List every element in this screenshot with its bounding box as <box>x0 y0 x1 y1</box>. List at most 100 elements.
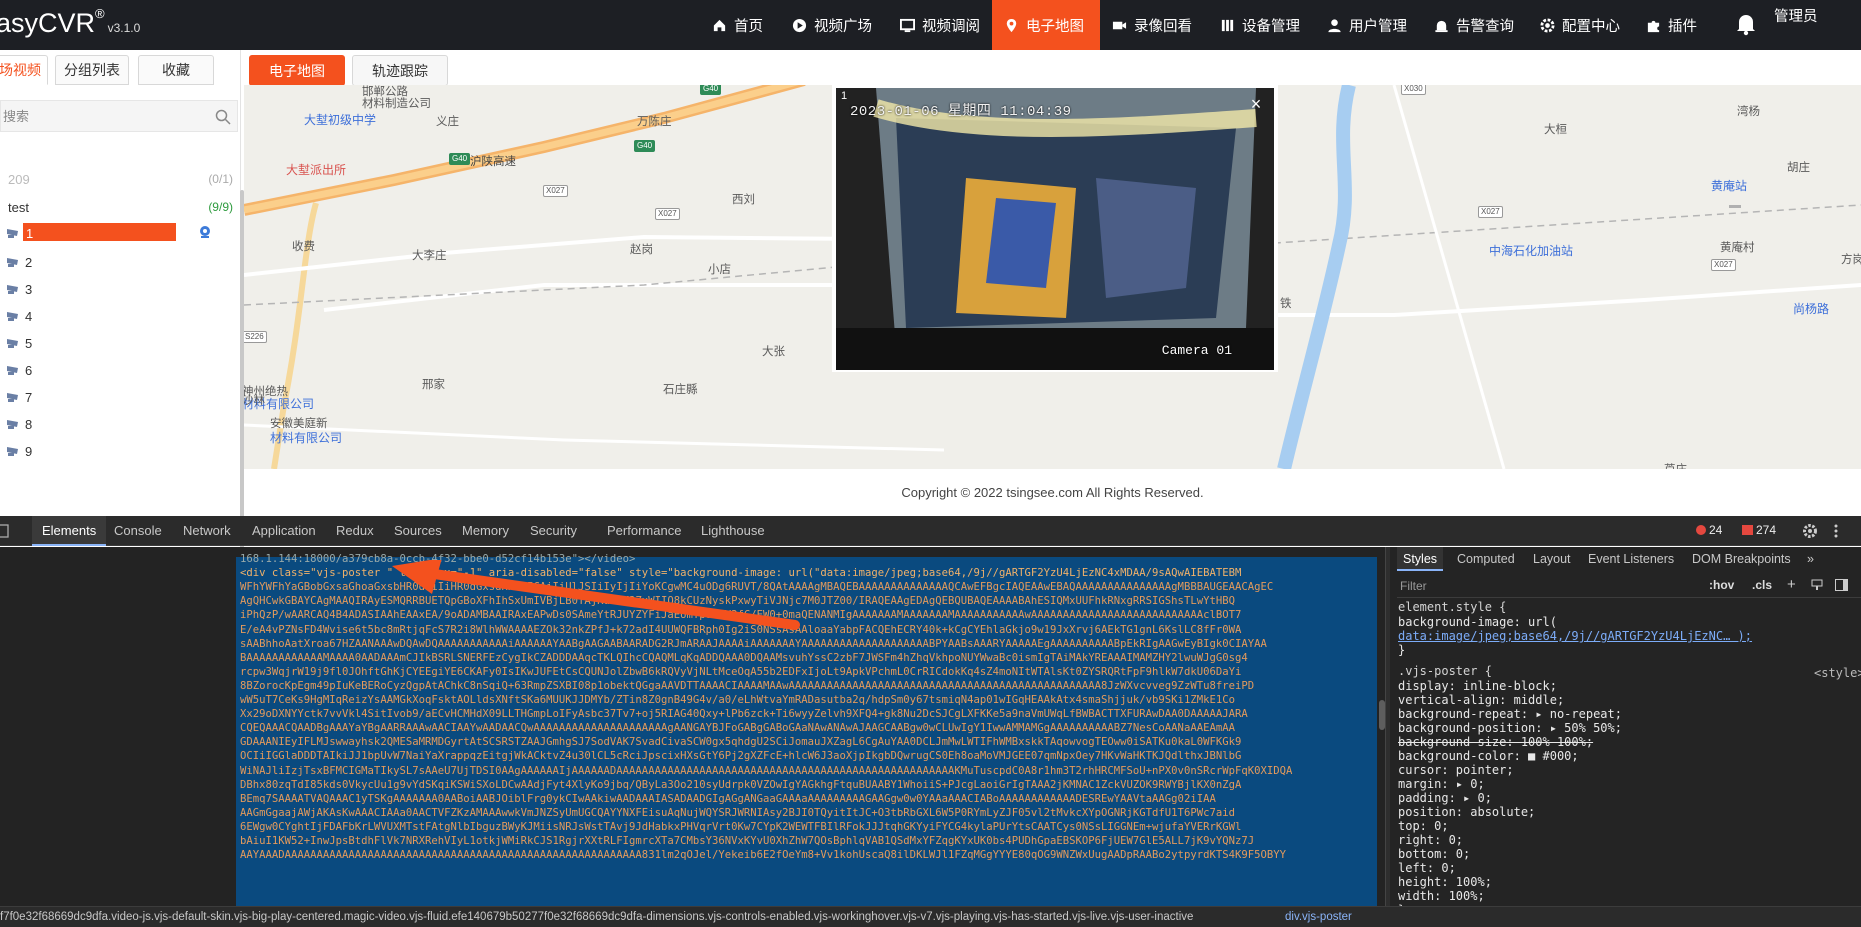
tab-security[interactable]: Security <box>530 516 577 546</box>
css-line[interactable]: padding: ▸ 0; <box>1398 791 1492 805</box>
tree-item[interactable]: 209 (0/1) <box>0 170 236 190</box>
nav-plugins[interactable]: 插件 <box>1634 0 1709 50</box>
css-line[interactable]: cursor: pointer; <box>1398 763 1514 777</box>
hover-state-toggle[interactable]: :hov <box>1709 578 1734 592</box>
tab-lighthouse[interactable]: Lighthouse <box>701 516 765 546</box>
tab-console[interactable]: Console <box>114 516 162 546</box>
nav-user-manage[interactable]: 用户管理 <box>1315 0 1419 50</box>
more-options-icon[interactable] <box>1832 523 1840 539</box>
css-line[interactable]: data:image/jpeg;base64,/9j//gARTGF2YzU4L… <box>1398 629 1752 643</box>
tree-item[interactable]: 4 <box>0 307 236 327</box>
tab-performance[interactable]: Performance <box>607 516 681 546</box>
tab-redux[interactable]: Redux <box>336 516 374 546</box>
tree-item[interactable]: 2 <box>0 253 236 273</box>
breadcrumb-path[interactable]: f7f0e32f68669dc9dfa.video-js.vjs-default… <box>0 907 1193 927</box>
tab-layout[interactable]: Layout <box>1533 547 1571 571</box>
tab-favorites[interactable]: 收藏 <box>138 55 214 85</box>
css-line[interactable]: height: 100%; <box>1398 875 1492 889</box>
toggle-sidebar-icon[interactable] <box>1835 579 1848 591</box>
nav-playback[interactable]: 录像回看 <box>1100 0 1204 50</box>
code-line[interactable]: CQEQAAACQAADBgAAAYaYBgAARRAAAwAACIAAYwAA… <box>240 721 1380 735</box>
css-line[interactable]: background-image: url( <box>1398 615 1557 629</box>
tree-item[interactable]: 3 <box>0 280 236 300</box>
tab-group-list[interactable]: 分组列表 <box>55 55 129 85</box>
tab-network[interactable]: Network <box>183 516 231 546</box>
nav-config-center[interactable]: 配置中心 <box>1528 0 1632 50</box>
nav-video-square[interactable]: 视频广场 <box>780 0 884 50</box>
code-line[interactable]: GDAAANIEyIFLMJswwayhsk2QMESaMRMDGyrtAtSC… <box>240 735 1380 749</box>
tab-more[interactable]: » <box>1807 547 1814 571</box>
css-line[interactable]: position: absolute; <box>1398 805 1535 819</box>
css-line[interactable]: background-size: 100% 100%; <box>1398 735 1593 749</box>
code-line[interactable]: 8BZorocKpEgm49pIuKeBERoCyzQgpAtAChkC8nSq… <box>240 679 1380 693</box>
class-toggle[interactable]: .cls <box>1752 578 1772 592</box>
add-rule-icon[interactable]: + <box>1787 576 1796 593</box>
code-line[interactable]: AAYAAADAAAAAAAAAAAAAAAAAAAAAAAAAAAAAAAAA… <box>240 848 1380 862</box>
css-line[interactable]: background-position: ▸ 50% 50%; <box>1398 721 1622 735</box>
code-line[interactable]: BAAAAAAAAAAAAMAAAA0AADAAAmCJIkBSRLSNERFE… <box>240 651 1380 665</box>
code-line[interactable]: wW5uT7CeKs9HgMIqReizYsAAMGkXoqFsktAOLlds… <box>240 693 1380 707</box>
nav-alarm-query[interactable]: 告警查询 <box>1422 0 1526 50</box>
bell-icon[interactable] <box>1735 8 1757 40</box>
code-line[interactable]: bAiuI1KW52+InwJpsBtdhFlVk7NRXRehVIyL1otk… <box>240 834 1380 848</box>
tab-scene-video[interactable]: 场视频 <box>0 55 48 85</box>
code-line[interactable]: Xx29oDXNYYctk7vvVkl4SitIvob9/aECvHCMHdX0… <box>240 707 1380 721</box>
css-line[interactable]: display: inline-block; <box>1398 679 1557 693</box>
tree-item[interactable]: test (9/9) <box>0 198 236 218</box>
tree-item[interactable]: 8 <box>0 415 236 435</box>
device-search-input[interactable] <box>1 101 206 131</box>
code-line[interactable]: DBhx80zqTdI85kds0VkycUu1g9vYdSKqiKSWiSXo… <box>240 778 1380 792</box>
css-line[interactable]: left: 0; <box>1398 861 1456 875</box>
tab-computed[interactable]: Computed <box>1457 547 1515 571</box>
css-line[interactable]: top: 0; <box>1398 819 1449 833</box>
inspect-icon[interactable] <box>0 523 16 539</box>
code-line[interactable]: AAGmGgaajAWjAKAsKwAAACIAAa0AACTVFZKzAMAA… <box>240 806 1380 820</box>
styles-filter-input[interactable] <box>1397 576 1697 596</box>
breadcrumb-current[interactable]: div.vjs-poster <box>1282 907 1355 927</box>
tab-event-listeners[interactable]: Event Listeners <box>1588 547 1674 571</box>
code-line[interactable]: sAABhhoAatXroa67HZAANAAAwDQAwDQAAAAAAAAA… <box>240 637 1380 651</box>
tab-styles[interactable]: Styles <box>1397 547 1444 571</box>
search-icon[interactable] <box>215 109 231 125</box>
warning-counter[interactable]: 274 <box>1742 523 1776 539</box>
css-line[interactable]: vertical-align: middle; <box>1398 693 1564 707</box>
close-icon[interactable]: × <box>1246 94 1266 114</box>
tab-memory[interactable]: Memory <box>462 516 509 546</box>
video-player[interactable]: 1 2023-01-06 星期四 11:04:39 Camera 01 × <box>836 88 1274 370</box>
tab-sources[interactable]: Sources <box>394 516 442 546</box>
code-line[interactable]: 6EWgw0CYghtIjFDAFbKrLWVUXMTstFAtgNlbIbgu… <box>240 820 1380 834</box>
user-menu[interactable]: 管理员 <box>1774 0 1818 34</box>
tree-item[interactable]: 9 <box>0 442 236 462</box>
nav-device-manage[interactable]: 设备管理 <box>1208 0 1312 50</box>
css-line[interactable]: background-color: ■ #000; <box>1398 749 1579 763</box>
error-counter[interactable]: 24 <box>1696 523 1722 539</box>
nav-emap[interactable]: 电子地图 <box>992 0 1100 50</box>
style-source-link[interactable]: <style> <box>1814 666 1861 680</box>
tab-track[interactable]: 轨迹跟踪 <box>352 55 448 86</box>
css-line[interactable]: background-repeat: ▸ no-repeat; <box>1398 707 1622 721</box>
brand-logo[interactable]: asyCVR®v3.1.0 <box>0 6 140 39</box>
css-line[interactable]: margin: ▸ 0; <box>1398 777 1485 791</box>
paint-icon[interactable] <box>1811 579 1823 591</box>
tree-item[interactable]: 7 <box>0 388 236 408</box>
css-line[interactable]: bottom: 0; <box>1398 847 1470 861</box>
code-line[interactable]: rcpw3WqjrW19j9fl0JOhftGhKjCYEEgiYE6CKAFy… <box>240 665 1380 679</box>
tab-application[interactable]: Application <box>252 516 316 546</box>
settings-gear-icon[interactable] <box>1802 523 1818 539</box>
css-line[interactable]: width: 100%; <box>1398 889 1485 903</box>
css-line[interactable]: .vjs-poster { <box>1398 664 1492 678</box>
nav-video-view[interactable]: 视频调阅 <box>888 0 992 50</box>
tab-dom-breakpoints[interactable]: DOM Breakpoints <box>1692 547 1791 571</box>
css-line[interactable]: right: 0; <box>1398 833 1463 847</box>
nav-home[interactable]: 首页 <box>700 0 775 50</box>
code-line[interactable]: BEmq7SAAAATVAQAAAC1yTSKgAAAAAAA0AABoiAAB… <box>240 792 1380 806</box>
code-line[interactable]: WiNAJliIzjTsxBFMCIGMaTIkySL7sAAeU7UjTDSI… <box>240 764 1380 778</box>
tree-item[interactable]: 5 <box>0 334 236 354</box>
tree-item[interactable]: 1 <box>0 223 236 244</box>
locate-icon[interactable] <box>198 225 212 239</box>
css-line[interactable]: } <box>1398 643 1405 657</box>
tab-emap[interactable]: 电子地图 <box>249 55 345 86</box>
css-line[interactable]: element.style { <box>1398 600 1506 614</box>
tree-item[interactable]: 6 <box>0 361 236 381</box>
tab-elements[interactable]: Elements <box>32 516 107 546</box>
